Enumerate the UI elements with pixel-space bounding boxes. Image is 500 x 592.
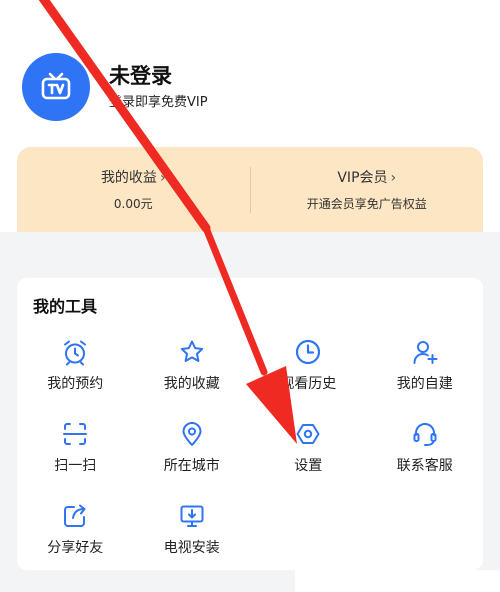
- tool-label: 观看历史: [280, 376, 337, 392]
- headset-icon: [411, 420, 439, 448]
- profile-page: 未登录 登录即享免费VIP 我的收益 › 0.00元 VIP会员 › 开通会员享免广…: [0, 0, 500, 592]
- chevron-right-icon: ›: [390, 169, 397, 186]
- hexagon-settings-icon: [294, 420, 322, 448]
- tool-share-friends[interactable]: 分享好友: [17, 502, 134, 584]
- vip-title: VIP会员: [337, 169, 388, 186]
- tool-label: 设置: [294, 458, 323, 474]
- tool-label: 电视安装: [163, 540, 220, 556]
- profile-header[interactable]: 未登录 登录即享免费VIP: [22, 53, 208, 121]
- tools-title: 我的工具: [33, 297, 98, 316]
- tool-label: 联系客服: [396, 458, 453, 474]
- earnings-entry[interactable]: 我的收益 › 0.00元: [17, 169, 250, 211]
- star-icon: [178, 338, 206, 366]
- tv-logo-icon: [41, 72, 71, 100]
- tool-city[interactable]: 所在城市: [134, 420, 251, 502]
- earnings-value: 0.00元: [113, 196, 153, 211]
- vip-membership-entry[interactable]: VIP会员 › 开通会员享免广告权益: [251, 169, 484, 211]
- tool-watch-history[interactable]: 观看历史: [250, 338, 367, 420]
- tool-label: 我的预约: [47, 376, 104, 392]
- avatar[interactable]: [22, 53, 90, 121]
- earnings-title: 我的收益: [100, 169, 157, 186]
- tool-label: 扫一扫: [54, 458, 97, 474]
- login-hint[interactable]: 登录即享免费VIP: [109, 95, 208, 111]
- tool-tv-install[interactable]: 电视安装: [134, 502, 251, 584]
- location-pin-icon: [178, 420, 206, 448]
- tool-label: 我的收藏: [163, 376, 220, 392]
- vip-subtitle: 开通会员享免广告权益: [306, 196, 427, 211]
- username[interactable]: 未登录: [109, 63, 208, 89]
- tool-scan[interactable]: 扫一扫: [17, 420, 134, 502]
- tool-my-reservations[interactable]: 我的预约: [17, 338, 134, 420]
- tool-settings[interactable]: 设置: [250, 420, 367, 502]
- tool-my-favorites[interactable]: 我的收藏: [134, 338, 251, 420]
- clock-icon: [294, 338, 322, 366]
- tool-my-creations[interactable]: 我的自建: [367, 338, 484, 420]
- alarm-clock-icon: [61, 338, 89, 366]
- tool-customer-service[interactable]: 联系客服: [367, 420, 484, 502]
- chevron-right-icon: ›: [159, 169, 166, 186]
- scan-icon: [61, 420, 89, 448]
- tool-label: 我的自建: [396, 376, 453, 392]
- tool-label: 所在城市: [163, 458, 220, 474]
- tools-grid: 我的预约 我的收藏 观看历史 我的自建 扫一扫 所在城市 设置 联系客服 分享好…: [17, 338, 483, 584]
- add-user-icon: [411, 338, 439, 366]
- tool-label: 分享好友: [47, 540, 104, 556]
- tools-card: 我的工具 我的预约 我的收藏 观看历史 我的自建 扫一扫 所在城市 设置 联系客…: [17, 278, 483, 570]
- vip-card: 我的收益 › 0.00元 VIP会员 › 开通会员享免广告权益: [17, 147, 483, 232]
- tv-install-icon: [178, 502, 206, 530]
- share-icon: [61, 502, 89, 530]
